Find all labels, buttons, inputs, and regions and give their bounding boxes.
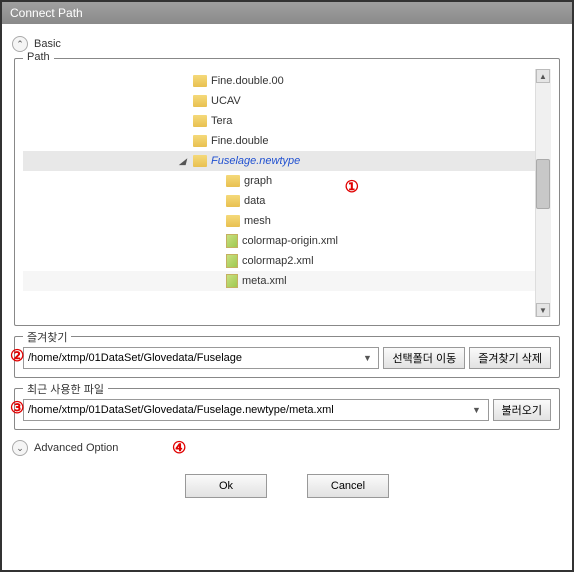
advanced-section-header[interactable]: ⌄ Advanced Option ④ (12, 440, 562, 456)
folder-tree[interactable]: Fine.double.00 UCAV Tera Fine.double ◢ F… (23, 69, 551, 317)
path-group-label: Path (23, 51, 54, 63)
bookmark-group-label: 즐겨찾기 (23, 329, 71, 345)
tree-item[interactable]: data (23, 191, 551, 211)
window-title: Connect Path (10, 6, 83, 20)
dropdown-icon[interactable]: ▼ (360, 353, 374, 363)
cancel-button[interactable]: Cancel (307, 474, 389, 498)
dialog-button-row: Ok Cancel (12, 474, 562, 498)
dialog-content: ⌃ Basic Path Fine.double.00 UCAV Tera Fi… (2, 24, 572, 506)
recent-group: 최근 사용한 파일 /home/xtmp/01DataSet/Glovedata… (14, 388, 560, 430)
folder-icon (226, 175, 240, 187)
folder-icon (226, 215, 240, 227)
tree-item[interactable]: Tera (23, 111, 551, 131)
recent-file-combo[interactable]: /home/xtmp/01DataSet/Glovedata/Fuselage.… (23, 399, 489, 421)
tree-item[interactable]: Fine.double.00 (23, 71, 551, 91)
annotation-4: ④ (172, 438, 186, 458)
tree-item[interactable]: colormap2.xml (23, 251, 551, 271)
scroll-up-icon[interactable]: ▲ (536, 69, 550, 83)
tree-item-highlighted[interactable]: meta.xml (23, 271, 551, 291)
load-recent-button[interactable]: 불러오기 (493, 399, 551, 421)
folder-icon (226, 195, 240, 207)
basic-collapse-icon[interactable]: ⌃ (12, 36, 28, 52)
tree-item[interactable]: colormap-origin.xml (23, 231, 551, 251)
tree-scrollbar[interactable]: ▲ ▼ (535, 69, 551, 317)
folder-icon (193, 155, 207, 167)
folder-icon (193, 115, 207, 127)
goto-folder-button[interactable]: 선택폴더 이동 (383, 347, 465, 369)
xml-file-icon (226, 274, 238, 288)
bookmark-path-value: /home/xtmp/01DataSet/Glovedata/Fuselage (28, 352, 360, 364)
tree-item[interactable]: graph (23, 171, 551, 191)
basic-section-header[interactable]: ⌃ Basic (12, 36, 562, 52)
dropdown-icon[interactable]: ▼ (470, 405, 484, 415)
tree-item-selected[interactable]: ◢ Fuselage.newtype (23, 151, 551, 171)
tree-item[interactable]: Fine.double (23, 131, 551, 151)
folder-icon (193, 75, 207, 87)
xml-file-icon (226, 254, 238, 268)
ok-button[interactable]: Ok (185, 474, 267, 498)
folder-icon (193, 135, 207, 147)
scroll-down-icon[interactable]: ▼ (536, 303, 550, 317)
scroll-thumb[interactable] (536, 159, 550, 209)
delete-bookmark-button[interactable]: 즐겨찾기 삭제 (469, 347, 551, 369)
xml-file-icon (226, 234, 238, 248)
bookmark-path-combo[interactable]: /home/xtmp/01DataSet/Glovedata/Fuselage … (23, 347, 379, 369)
recent-file-value: /home/xtmp/01DataSet/Glovedata/Fuselage.… (28, 404, 470, 416)
tree-expander-icon[interactable]: ◢ (179, 156, 189, 167)
advanced-label: Advanced Option (34, 442, 118, 454)
window-titlebar: Connect Path (2, 2, 572, 24)
bookmark-group: 즐겨찾기 /home/xtmp/01DataSet/Glovedata/Fuse… (14, 336, 560, 378)
basic-label: Basic (34, 38, 61, 50)
recent-group-label: 최근 사용한 파일 (23, 381, 108, 397)
path-group: Path Fine.double.00 UCAV Tera Fine.doubl… (14, 58, 560, 326)
folder-icon (193, 95, 207, 107)
tree-item[interactable]: UCAV (23, 91, 551, 111)
tree-item[interactable]: mesh (23, 211, 551, 231)
advanced-expand-icon[interactable]: ⌄ (12, 440, 28, 456)
